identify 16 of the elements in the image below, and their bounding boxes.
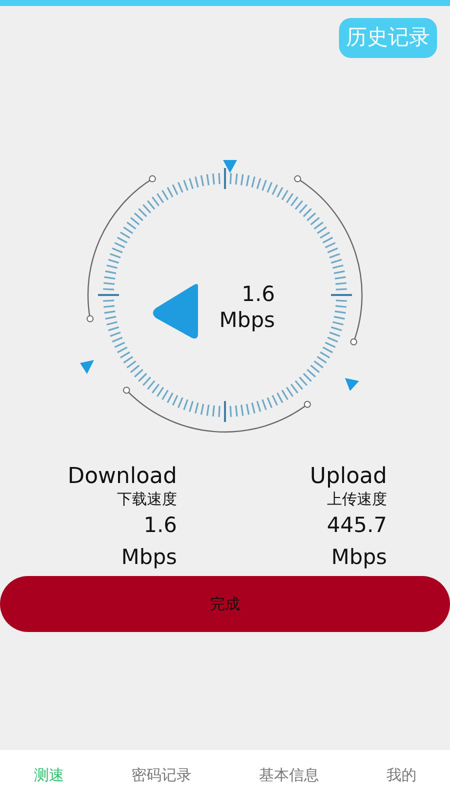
stat-label: Download [68,464,177,488]
speed-unit: Mbps [218,306,275,333]
done-button[interactable]: 完成 [0,576,450,632]
stat-unit: Mbps [331,544,387,569]
stat-sublabel: 下载速度 [117,490,177,508]
nav-tab[interactable]: 我的 [352,750,450,800]
nav-tab[interactable]: 基本信息 [225,750,352,800]
nav-tab[interactable]: 密码记录 [98,750,225,800]
stat-label: Upload [310,464,387,488]
pointer-icon [153,284,198,338]
stat-unit: Mbps [121,544,177,569]
nav-tab[interactable]: 测速 [0,750,98,800]
stat-value: 1.6 [144,513,177,538]
stat-sublabel: 上传速度 [327,490,387,508]
speed-value: 1.6 [240,280,275,307]
stat-value: 445.7 [326,513,387,538]
